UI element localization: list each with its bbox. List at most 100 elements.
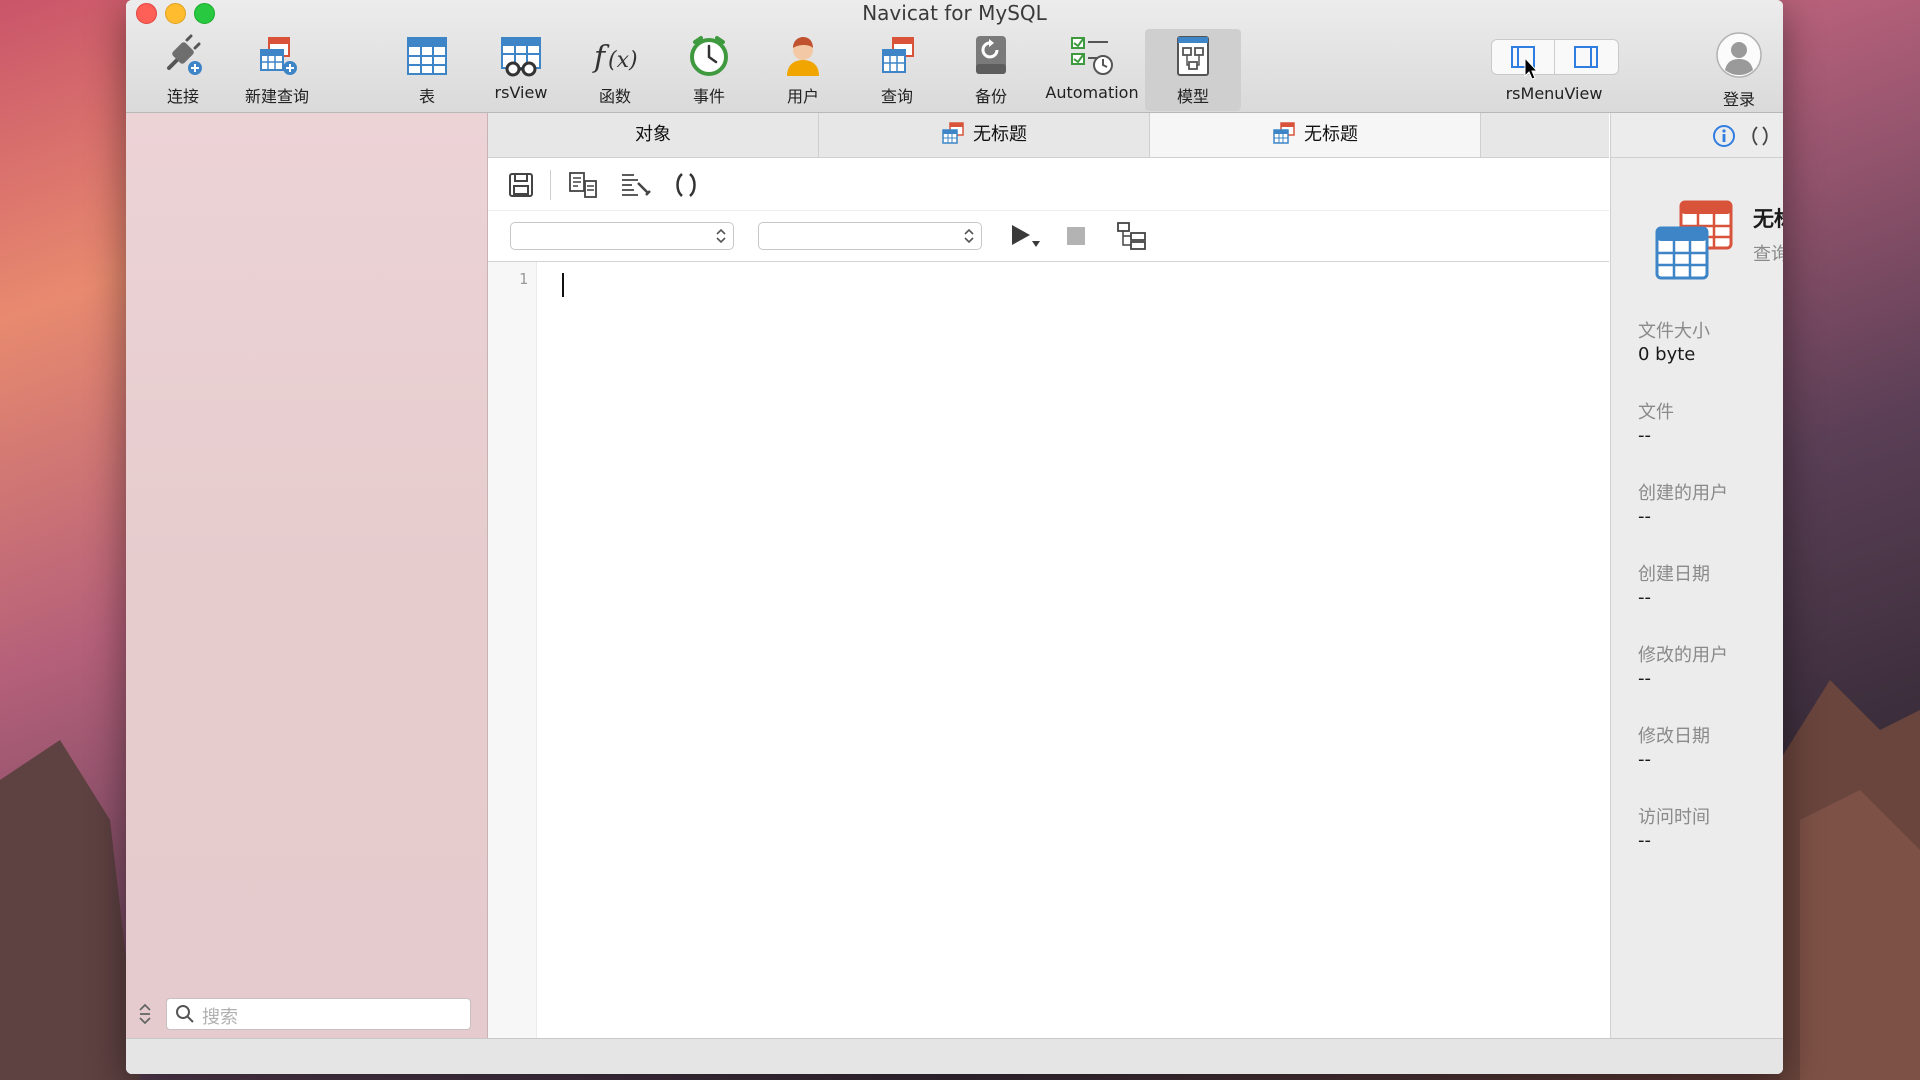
database-select[interactable] <box>758 222 982 250</box>
tab-objects[interactable]: 对象 <box>488 113 819 157</box>
new-query-icon <box>260 37 297 75</box>
editor-toolbar <box>488 158 1609 211</box>
login-button[interactable]: 登录 <box>1706 32 1772 110</box>
search-icon <box>176 1005 194 1023</box>
app-window: Navicat for MySQL 连接 新建查询 表 rsView f (x)… <box>126 0 1783 1074</box>
stop-icon[interactable] <box>1066 226 1086 246</box>
toolbar-divider <box>550 170 551 200</box>
object-name: 无标题 <box>1753 207 1783 231</box>
view-icon <box>501 37 541 77</box>
title-toolbar: Navicat for MySQL 连接 新建查询 表 rsView f (x)… <box>126 0 1783 113</box>
sort-updown-icon[interactable] <box>136 1001 154 1027</box>
file-label: 文件 <box>1638 402 1674 423</box>
function-label: 函数 <box>598 87 631 106</box>
automation-icon <box>1071 37 1113 75</box>
query-icon <box>882 37 914 73</box>
connect-label: 连接 <box>166 87 199 106</box>
connection-select[interactable] <box>510 222 734 250</box>
beautify-sql-icon[interactable] <box>620 171 652 199</box>
query-options-bar <box>488 211 1609 262</box>
new-query-button[interactable]: 新建查询 <box>229 32 325 108</box>
avatar-icon <box>1716 32 1762 78</box>
view-segmented-control <box>1491 39 1619 75</box>
query-label: 查询 <box>880 87 913 106</box>
query-large-icon <box>1655 200 1733 280</box>
connection-sidebar: 搜索 <box>126 113 488 1038</box>
table-icon <box>407 37 447 75</box>
user-icon <box>787 37 819 76</box>
query-button[interactable]: 查询 <box>849 32 945 108</box>
tab-untitled-2-label: 无标题 <box>1304 124 1358 145</box>
updown-chevron-icon <box>716 228 726 244</box>
line-number: 1 <box>518 270 528 288</box>
sql-editor[interactable] <box>537 262 1609 1038</box>
event-button[interactable]: 事件 <box>661 32 757 108</box>
table-button[interactable]: 表 <box>379 32 475 108</box>
window-title: Navicat for MySQL <box>862 1 1047 25</box>
modified-user-label: 修改的用户 <box>1638 645 1728 666</box>
user-label: 用户 <box>786 87 819 106</box>
search-placeholder: 搜索 <box>202 1007 238 1028</box>
model-label: 模型 <box>1176 87 1209 106</box>
access-time-label: 访问时间 <box>1638 807 1710 828</box>
save-icon[interactable] <box>508 172 534 198</box>
automation-button[interactable]: Automation <box>1037 32 1147 108</box>
object-type: 查询 <box>1753 244 1783 265</box>
plug-icon <box>167 34 202 75</box>
left-pane-icon <box>1511 46 1535 68</box>
modified-date-value: -- <box>1638 749 1651 770</box>
run-icon[interactable] <box>1008 223 1042 249</box>
code-snippet-icon[interactable] <box>672 171 700 199</box>
model-icon <box>1177 36 1209 76</box>
query-editor-area: 对象 无标题 无标题 1 <box>488 113 1609 1038</box>
show-right-pane-button[interactable] <box>1555 40 1617 74</box>
function-button[interactable]: f (x) 函数 <box>567 32 663 108</box>
file-size-value: 0 byte <box>1638 344 1696 365</box>
table-label: 表 <box>418 87 435 106</box>
tab-bar: 对象 无标题 无标题 <box>488 113 1609 158</box>
query-builder-icon[interactable] <box>568 171 598 199</box>
connect-button[interactable]: 连接 <box>135 32 231 108</box>
right-pane-icon <box>1574 46 1598 68</box>
file-size-label: 文件大小 <box>1638 321 1710 342</box>
query-icon <box>942 122 964 144</box>
mouse-pointer-icon <box>1524 57 1538 80</box>
tab-untitled-1[interactable]: 无标题 <box>819 113 1150 157</box>
updown-chevron-icon <box>964 228 974 244</box>
tab-untitled-1-label: 无标题 <box>973 124 1027 145</box>
info-icon[interactable] <box>1712 124 1736 148</box>
tab-objects-label: 对象 <box>635 124 671 145</box>
sidebar-search-field[interactable]: 搜索 <box>166 998 471 1030</box>
created-date-value: -- <box>1638 587 1651 608</box>
event-label: 事件 <box>692 87 725 106</box>
info-inspector: 无标题 查询 文件大小 0 byte 文件 -- 创建的用户 -- 创建日期 -… <box>1610 113 1783 1038</box>
view-button[interactable]: rsView <box>473 32 569 108</box>
created-user-label: 创建的用户 <box>1638 483 1728 504</box>
line-number-gutter: 1 <box>488 262 537 1038</box>
backup-icon <box>976 36 1006 74</box>
view-label: rsView <box>494 83 548 102</box>
explain-icon[interactable] <box>1116 221 1148 251</box>
status-bar <box>126 1038 1783 1074</box>
inspector-tab-bar <box>1611 113 1783 158</box>
backup-button[interactable]: 备份 <box>943 32 1039 108</box>
clock-icon <box>690 36 728 76</box>
tab-untitled-2[interactable]: 无标题 <box>1150 113 1481 157</box>
show-left-pane-button[interactable] <box>1492 40 1554 74</box>
automation-label: Automation <box>1045 83 1139 102</box>
created-date-label: 创建日期 <box>1638 564 1710 585</box>
modified-date-label: 修改日期 <box>1638 726 1710 747</box>
access-time-value: -- <box>1638 830 1651 851</box>
model-button[interactable]: 模型 <box>1145 29 1241 111</box>
new-query-label: 新建查询 <box>244 87 309 106</box>
modified-user-value: -- <box>1638 668 1651 689</box>
svg-text:(x): (x) <box>608 48 638 73</box>
parentheses-icon[interactable] <box>1748 124 1772 148</box>
menu-view-label: rsMenuView <box>1505 84 1603 103</box>
created-user-value: -- <box>1638 506 1651 527</box>
backup-label: 备份 <box>974 87 1007 106</box>
user-button[interactable]: 用户 <box>755 32 851 108</box>
function-icon: f (x) <box>592 40 638 75</box>
query-icon <box>1273 122 1295 144</box>
file-value: -- <box>1638 425 1651 446</box>
